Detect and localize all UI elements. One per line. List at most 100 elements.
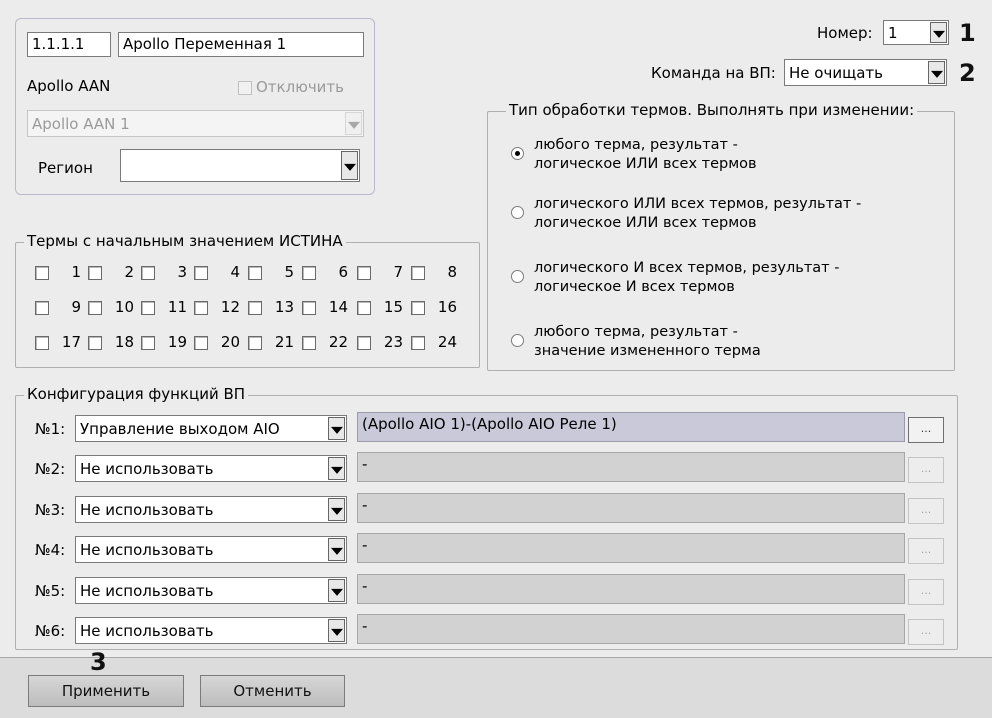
vp-command-value: Не очищать xyxy=(789,63,883,82)
region-select[interactable] xyxy=(120,149,360,182)
apply-button[interactable]: Применить xyxy=(28,675,184,707)
cancel-button[interactable]: Отменить xyxy=(200,675,345,707)
term-label: 20 xyxy=(220,333,240,351)
processing-radio[interactable] xyxy=(511,334,524,347)
term-label: 24 xyxy=(437,333,457,351)
term-label: 8 xyxy=(447,263,457,281)
term-checkbox[interactable] xyxy=(88,336,102,350)
term-label: 15 xyxy=(383,298,403,316)
region-label: Регион xyxy=(38,159,93,177)
vp-function-value: Управление выходом AIO xyxy=(80,419,280,438)
processing-option-line1: логического ИЛИ всех термов, результат - xyxy=(534,196,862,212)
chevron-down-icon xyxy=(328,457,345,480)
term-checkbox[interactable] xyxy=(248,301,262,315)
term-label: 3 xyxy=(177,263,187,281)
term-checkbox[interactable] xyxy=(411,336,425,350)
term-checkbox[interactable] xyxy=(35,301,49,315)
number-select-value: 1 xyxy=(888,23,898,42)
vp-browse-button[interactable]: ... xyxy=(908,619,944,645)
term-checkbox[interactable] xyxy=(88,266,102,280)
term-checkbox[interactable] xyxy=(35,336,49,350)
vp-function-value: Не использовать xyxy=(80,500,214,519)
term-checkbox[interactable] xyxy=(194,336,208,350)
processing-radio[interactable] xyxy=(511,270,524,283)
vp-command-select[interactable]: Не очищать xyxy=(784,59,947,86)
vp-command-label: Команда на ВП: xyxy=(651,64,776,82)
term-label: 19 xyxy=(167,333,187,351)
processing-radio[interactable] xyxy=(511,206,524,219)
vp-function-value: Не использовать xyxy=(80,459,214,478)
term-label: 6 xyxy=(338,263,348,281)
marker-2: 2 xyxy=(959,59,976,87)
vp-function-select[interactable]: Не использовать xyxy=(75,577,347,604)
parent-select[interactable]: Apollo AAN 1 xyxy=(27,110,364,137)
marker-1: 1 xyxy=(959,19,976,47)
vp-row-label: №3: xyxy=(35,501,66,519)
term-checkbox[interactable] xyxy=(357,301,371,315)
chevron-down-icon xyxy=(328,538,345,561)
term-checkbox[interactable] xyxy=(141,301,155,315)
term-checkbox[interactable] xyxy=(141,336,155,350)
term-checkbox[interactable] xyxy=(302,301,316,315)
vp-function-select[interactable]: Не использовать xyxy=(75,536,347,563)
vp-row-label: №5: xyxy=(35,582,66,600)
vp-row-label: №4: xyxy=(35,541,66,559)
chevron-down-icon xyxy=(930,22,947,43)
processing-radio[interactable] xyxy=(511,147,524,160)
chevron-down-icon xyxy=(328,619,345,642)
term-checkbox[interactable] xyxy=(357,266,371,280)
vp-function-select[interactable]: Не использовать xyxy=(75,617,347,644)
chevron-down-icon xyxy=(341,151,358,180)
vp-row-label: №6: xyxy=(35,622,66,640)
chevron-down-icon xyxy=(928,61,945,84)
vp-browse-button[interactable]: ... xyxy=(908,538,944,564)
term-checkbox[interactable] xyxy=(411,266,425,280)
vp-browse-button[interactable]: ... xyxy=(908,498,944,524)
term-checkbox[interactable] xyxy=(194,301,208,315)
chevron-down-icon xyxy=(345,112,362,135)
number-select[interactable]: 1 xyxy=(883,20,949,45)
term-label: 7 xyxy=(393,263,403,281)
vp-config-title: Конфигурация функций ВП xyxy=(24,385,249,403)
vp-object-field: - xyxy=(357,533,905,563)
term-label: 23 xyxy=(383,333,403,351)
vp-function-select[interactable]: Управление выходом AIO xyxy=(75,415,347,442)
term-checkbox[interactable] xyxy=(302,336,316,350)
term-label: 14 xyxy=(328,298,348,316)
disable-checkbox[interactable] xyxy=(238,81,252,95)
terms-title: Термы с начальным значением ИСТИНА xyxy=(24,232,346,250)
vp-function-select[interactable]: Не использовать xyxy=(75,455,347,482)
term-label: 10 xyxy=(114,298,134,316)
term-checkbox[interactable] xyxy=(88,301,102,315)
processing-option-line1: любого терма, результат - xyxy=(534,137,738,153)
processing-option-line2: значение измененного терма xyxy=(534,343,761,359)
processing-option-line2: логическое И всех термов xyxy=(534,279,735,295)
term-label: 17 xyxy=(61,333,81,351)
vp-object-field: - xyxy=(357,493,905,523)
term-checkbox[interactable] xyxy=(248,336,262,350)
processing-option-line1: любого терма, результат - xyxy=(534,324,738,340)
chevron-down-icon xyxy=(328,417,345,440)
vp-browse-button[interactable]: ... xyxy=(908,579,944,605)
vp-function-select[interactable]: Не использовать xyxy=(75,496,347,523)
processing-option-line1: логического И всех термов, результат - xyxy=(534,260,840,276)
vp-object-field: - xyxy=(357,452,905,482)
term-label: 21 xyxy=(274,333,294,351)
term-label: 18 xyxy=(114,333,134,351)
vp-object-field: (Apollo AIO 1)-(Apollo AIO Реле 1) xyxy=(357,412,905,442)
term-checkbox[interactable] xyxy=(35,266,49,280)
vp-browse-button[interactable]: ... xyxy=(908,457,944,483)
term-checkbox[interactable] xyxy=(248,266,262,280)
parent-select-value: Apollo AAN 1 xyxy=(32,114,130,133)
parent-label: Apollo AAN xyxy=(27,77,111,95)
object-id-field[interactable]: 1.1.1.1 xyxy=(27,32,111,57)
object-name-field[interactable]: Apollo Переменная 1 xyxy=(118,32,364,57)
chevron-down-icon xyxy=(328,498,345,521)
term-checkbox[interactable] xyxy=(411,301,425,315)
vp-browse-button[interactable]: ... xyxy=(908,417,944,443)
term-checkbox[interactable] xyxy=(302,266,316,280)
term-checkbox[interactable] xyxy=(141,266,155,280)
term-label: 11 xyxy=(167,298,187,316)
term-checkbox[interactable] xyxy=(357,336,371,350)
term-checkbox[interactable] xyxy=(194,266,208,280)
